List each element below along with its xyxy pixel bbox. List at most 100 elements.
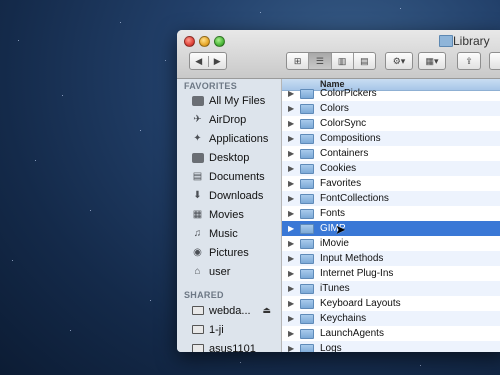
disclosure-triangle-icon[interactable]: ▶	[288, 284, 294, 293]
list-item-imovie[interactable]: ▶ iMovie	[282, 236, 500, 251]
sidebar-item-1-ji[interactable]: 1-ji	[191, 320, 224, 339]
disclosure-triangle-icon[interactable]: ▶	[288, 104, 294, 113]
share-button[interactable]: ⇪	[457, 52, 481, 70]
disclosure-triangle-icon[interactable]: ▶	[288, 254, 294, 263]
list-item-containers[interactable]: ▶ Containers	[282, 146, 500, 161]
list-item-label: iTunes	[320, 283, 350, 294]
list-item-internet-plug-ins[interactable]: ▶ Internet Plug-Ins	[282, 266, 500, 281]
sidebar-item-label: Movies	[209, 208, 244, 221]
list-item-keyboard-layouts[interactable]: ▶ Keyboard Layouts	[282, 296, 500, 311]
list-item-label: Colors	[320, 103, 349, 114]
list-item-compositions[interactable]: ▶ Compositions	[282, 131, 500, 146]
shared-header: SHARED	[184, 290, 224, 300]
disclosure-triangle-icon[interactable]: ▶	[288, 179, 294, 188]
sidebar-item-downloads[interactable]: ⬇ Downloads	[191, 186, 263, 205]
sidebar-item-desktop[interactable]: Desktop	[191, 148, 249, 167]
list-item-colors[interactable]: ▶ Colors	[282, 101, 500, 116]
sidebar-item-label: Documents	[209, 170, 265, 183]
sidebar-item-documents[interactable]: ▤ Documents	[191, 167, 265, 186]
folder-icon	[300, 178, 314, 189]
favorites-header: FAVORITES	[184, 81, 238, 91]
folder-icon	[300, 208, 314, 219]
back-forward-control: ◀ ▶	[189, 52, 227, 70]
list-item-fonts[interactable]: ▶ Fonts	[282, 206, 500, 221]
sidebar-item-webda[interactable]: webda... ⏏	[191, 301, 281, 320]
disclosure-triangle-icon[interactable]: ▶	[288, 269, 294, 278]
list-item-label: iMovie	[320, 238, 349, 249]
list-item-launchagents[interactable]: ▶ LaunchAgents	[282, 326, 500, 341]
sidebar-item-label: Music	[209, 227, 238, 240]
disclosure-triangle-icon[interactable]: ▶	[288, 134, 294, 143]
disclosure-triangle-icon[interactable]: ▶	[288, 209, 294, 218]
list-item-gimp[interactable]: ▶ GIMP	[282, 221, 500, 236]
list-item-label: Keychains	[320, 313, 367, 324]
minimize-button[interactable]	[199, 36, 210, 47]
folder-icon	[300, 298, 314, 309]
pictures-icon: ◉	[193, 247, 202, 258]
file-list: Name ▶ ColorPickers ▶ Colors ▶ ColorSync ▶ Comp…	[282, 79, 500, 352]
sidebar-item-all-my-files[interactable]: All My Files	[191, 91, 265, 110]
folder-icon	[300, 103, 314, 114]
arrange-menu-button[interactable]: ▦▾	[418, 52, 446, 70]
back-arrow-icon[interactable]: ◀	[190, 56, 208, 67]
list-item-label: LaunchAgents	[320, 328, 384, 339]
disclosure-triangle-icon[interactable]: ▶	[288, 239, 294, 248]
folder-icon	[300, 163, 314, 174]
folder-icon	[300, 268, 314, 279]
list-item-colorsync[interactable]: ▶ ColorSync	[282, 116, 500, 131]
list-item-logs[interactable]: ▶ Logs	[282, 341, 500, 352]
desktop-icon	[191, 151, 204, 164]
close-button[interactable]	[184, 36, 195, 47]
sidebar-item-airdrop[interactable]: ✈ AirDrop	[191, 110, 246, 129]
sidebar-item-applications[interactable]: ✦ Applications	[191, 129, 268, 148]
disclosure-triangle-icon[interactable]: ▶	[288, 119, 294, 128]
folder-icon	[300, 223, 314, 234]
disclosure-triangle-icon[interactable]: ▶	[288, 329, 294, 338]
sidebar-item-label: webda...	[209, 304, 251, 317]
disclosure-triangle-icon[interactable]: ▶	[288, 89, 294, 98]
sidebar-item-movies[interactable]: ▦ Movies	[191, 205, 244, 224]
folder-icon	[300, 88, 314, 99]
list-item-favorites[interactable]: ▶ Favorites	[282, 176, 500, 191]
sidebar-item-pictures[interactable]: ◉ Pictures	[191, 243, 249, 262]
airdrop-icon: ✈	[193, 114, 202, 125]
monitor-icon	[191, 304, 204, 317]
eject-icon[interactable]: ⏏	[262, 305, 271, 316]
forward-arrow-icon[interactable]: ▶	[207, 55, 227, 67]
sidebar-item-label: Desktop	[209, 151, 250, 164]
list-item-cookies[interactable]: ▶ Cookies	[282, 161, 500, 176]
disclosure-triangle-icon[interactable]: ▶	[288, 149, 294, 158]
list-item-input-methods[interactable]: ▶ Input Methods	[282, 251, 500, 266]
list-item-colorpickers[interactable]: ▶ ColorPickers	[282, 86, 500, 101]
toolbar-extra-button[interactable]	[489, 52, 500, 70]
disclosure-triangle-icon[interactable]: ▶	[288, 224, 294, 233]
finder-window: Library ◀ ▶ ⊞ ☰ ▥ ▤ ⚙▾ ▦▾ ⇪ FAVORITES Al…	[177, 30, 500, 352]
list-view-icon[interactable]: ☰	[308, 53, 331, 69]
list-item-itunes[interactable]: ▶ iTunes	[282, 281, 500, 296]
disclosure-triangle-icon[interactable]: ▶	[288, 299, 294, 308]
icon-view-icon[interactable]: ⊞	[287, 53, 308, 69]
sidebar-item-label: Downloads	[209, 189, 264, 202]
mouse-pointer-icon: ➤	[335, 222, 346, 237]
disclosure-triangle-icon[interactable]: ▶	[288, 164, 294, 173]
sidebar-item-asus1101[interactable]: asus1101	[191, 339, 256, 352]
disclosure-triangle-icon[interactable]: ▶	[288, 314, 294, 323]
sidebar-item-label: Applications	[209, 132, 269, 145]
zoom-button[interactable]	[214, 36, 225, 47]
disclosure-triangle-icon[interactable]: ▶	[288, 344, 294, 352]
sidebar: FAVORITES All My Files ✈ AirDrop ✦ Appli…	[177, 79, 282, 352]
view-mode-control: ⊞ ☰ ▥ ▤	[286, 52, 376, 70]
monitor-icon	[191, 342, 204, 352]
cover-flow-view-icon[interactable]: ▤	[352, 53, 375, 69]
sidebar-item-music[interactable]: ♫ Music	[191, 224, 238, 243]
column-view-icon[interactable]: ▥	[330, 53, 353, 69]
disclosure-triangle-icon[interactable]: ▶	[288, 194, 294, 203]
list-item-keychains[interactable]: ▶ Keychains	[282, 311, 500, 326]
list-item-fontcollections[interactable]: ▶ FontCollections	[282, 191, 500, 206]
window-title: Library	[453, 34, 490, 48]
action-menu-button[interactable]: ⚙▾	[385, 52, 413, 70]
list-item-label: FontCollections	[320, 193, 389, 204]
folder-icon	[300, 193, 314, 204]
movies-icon: ▦	[192, 209, 203, 220]
sidebar-item-user[interactable]: ⌂ user	[191, 262, 230, 281]
